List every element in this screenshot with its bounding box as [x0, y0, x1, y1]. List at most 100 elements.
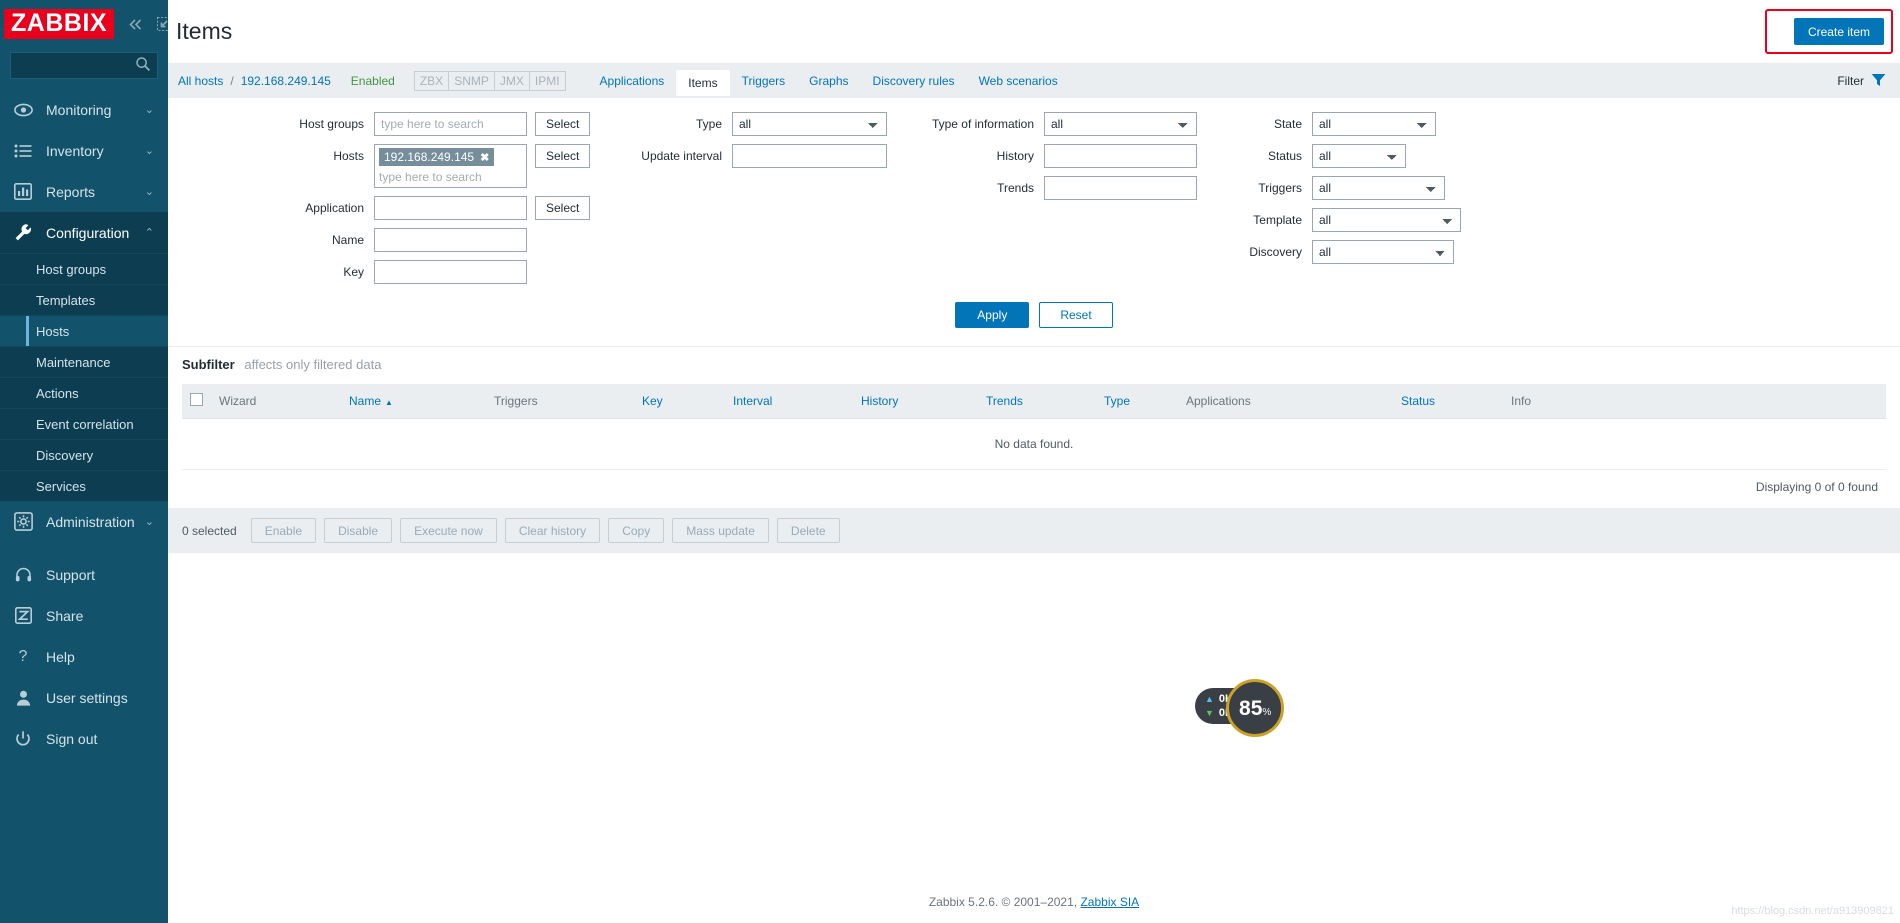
trends-input[interactable]: [1044, 176, 1197, 200]
sidebar-item-user-settings[interactable]: User settings: [0, 677, 168, 718]
filter-label-name: Name: [331, 233, 364, 247]
column-type[interactable]: Type: [1096, 384, 1178, 419]
sidebar-item-templates[interactable]: Templates: [0, 284, 168, 315]
sidebar-item-inventory[interactable]: Inventory ⌄: [0, 130, 168, 171]
delete-button[interactable]: Delete: [776, 518, 840, 543]
hosts-multiselect[interactable]: 192.168.249.145 ✖: [374, 144, 527, 188]
sidebar-item-services[interactable]: Services: [0, 470, 168, 501]
clear-history-button[interactable]: Clear history: [504, 518, 601, 543]
sidebar-item-configuration[interactable]: Configuration ⌃: [0, 212, 168, 253]
column-key[interactable]: Key: [634, 384, 725, 419]
sidebar-subitem-label: Host groups: [36, 261, 107, 277]
reset-button[interactable]: Reset: [1039, 302, 1113, 328]
type-of-information-select[interactable]: all: [1044, 112, 1197, 136]
filter-actions: Apply Reset: [168, 292, 1900, 340]
tab-discovery-rules[interactable]: Discovery rules: [861, 64, 967, 98]
collapse-window-icon[interactable]: [157, 17, 168, 31]
tab-web-scenarios[interactable]: Web scenarios: [967, 64, 1070, 98]
copy-button[interactable]: Copy: [608, 518, 665, 543]
filter-row-template: Template all: [1202, 208, 1472, 232]
sidebar-item-share[interactable]: Share: [0, 595, 168, 636]
interface-badge-snmp: SNMP: [448, 71, 495, 91]
sidebar-subitem-label: Templates: [36, 292, 96, 308]
create-item-button[interactable]: Create item: [1793, 18, 1884, 45]
sidebar-item-label-help: Help: [46, 648, 75, 665]
arrow-up-icon: ▲: [1205, 694, 1214, 704]
tab-graphs[interactable]: Graphs: [797, 64, 860, 98]
network-speed-widget[interactable]: ▲ 0K/s ▼ 0K/s 85 %: [1195, 679, 1285, 737]
update-interval-input[interactable]: [732, 144, 887, 168]
hosts-select-button[interactable]: Select: [535, 144, 591, 168]
execute-now-button[interactable]: Execute now: [400, 518, 497, 543]
sidebar-item-host-groups[interactable]: Host groups: [0, 253, 168, 284]
sidebar-item-sign-out[interactable]: Sign out: [0, 718, 168, 759]
key-input[interactable]: [374, 260, 527, 284]
sidebar-subitem-label: Actions: [36, 385, 79, 401]
apply-button[interactable]: Apply: [955, 302, 1030, 328]
host-groups-select-button[interactable]: Select: [535, 112, 591, 136]
filter-row-host-groups: Host groups Select: [182, 112, 602, 136]
filter-column-1: Host groups Select Hosts 192.168.249.145…: [182, 112, 602, 292]
discovery-select[interactable]: all: [1312, 240, 1454, 264]
triggers-select[interactable]: all: [1312, 176, 1445, 200]
enable-button[interactable]: Enable: [250, 518, 317, 543]
chevron-down-icon-reports: ⌄: [144, 186, 154, 198]
column-status[interactable]: Status: [1393, 384, 1503, 419]
application-input[interactable]: [374, 196, 527, 220]
funnel-icon: [1871, 73, 1886, 90]
status-select[interactable]: all: [1312, 144, 1406, 168]
filter-label-host-groups: Host groups: [299, 117, 364, 131]
tab-applications[interactable]: Applications: [588, 64, 677, 98]
column-interval[interactable]: Interval: [725, 384, 853, 419]
disable-button[interactable]: Disable: [324, 518, 393, 543]
host-groups-input[interactable]: [374, 112, 527, 136]
column-name[interactable]: Name ▲: [341, 384, 486, 419]
breadcrumb-host[interactable]: 192.168.249.145: [241, 74, 331, 88]
tab-triggers[interactable]: Triggers: [730, 64, 798, 98]
sidebar-item-reports[interactable]: Reports ⌄: [0, 171, 168, 212]
filter-label-type-of-information: Type of information: [931, 117, 1034, 131]
filter-toggle[interactable]: Filter: [1837, 73, 1900, 90]
filter-label-triggers: Triggers: [1258, 181, 1302, 195]
close-icon[interactable]: ✖: [480, 151, 489, 164]
search-input[interactable]: [17, 58, 135, 73]
chevron-double-left-icon[interactable]: [128, 18, 143, 31]
filter-panel: Host groups Select Hosts 192.168.249.145…: [168, 98, 1900, 347]
application-select-button[interactable]: Select: [535, 196, 591, 220]
sidebar-item-support[interactable]: Support: [0, 554, 168, 595]
cpu-usage-gauge: 85 %: [1226, 679, 1285, 737]
zabbix-logo[interactable]: ZABBIX: [4, 9, 115, 39]
state-select[interactable]: all: [1312, 112, 1436, 136]
column-applications: Applications: [1178, 384, 1393, 419]
sidebar-search-wrap: [0, 48, 168, 89]
column-history[interactable]: History: [853, 384, 978, 419]
sidebar-item-monitoring[interactable]: Monitoring ⌄: [0, 89, 168, 130]
footer-link-zabbix-sia[interactable]: Zabbix SIA: [1080, 895, 1139, 909]
sidebar-item-hosts[interactable]: Hosts: [0, 315, 168, 346]
sidebar-item-administration[interactable]: Administration ⌄: [0, 501, 168, 542]
hosts-input[interactable]: [379, 170, 522, 184]
mass-update-button[interactable]: Mass update: [672, 518, 769, 543]
breadcrumb-all-hosts[interactable]: All hosts: [178, 74, 223, 88]
sidebar-item-discovery[interactable]: Discovery: [0, 439, 168, 470]
sidebar-item-maintenance[interactable]: Maintenance: [0, 346, 168, 377]
search-box[interactable]: [10, 52, 158, 79]
interface-badge-zbx: ZBX: [413, 71, 450, 91]
sidebar-item-actions[interactable]: Actions: [0, 377, 168, 408]
column-trends[interactable]: Trends: [978, 384, 1096, 419]
template-select[interactable]: all: [1312, 208, 1461, 232]
type-select[interactable]: all: [732, 112, 887, 136]
host-chip[interactable]: 192.168.249.145 ✖: [379, 148, 495, 166]
filter-row-history: History: [892, 144, 1202, 168]
sidebar-item-event-correlation[interactable]: Event correlation: [0, 408, 168, 439]
filter-label-update-interval: Update interval: [641, 149, 722, 163]
select-all-checkbox[interactable]: [190, 393, 203, 406]
subfilter: Subfilter affects only filtered data: [168, 347, 1900, 384]
column-wizard: Wizard: [211, 384, 341, 419]
history-input[interactable]: [1044, 144, 1197, 168]
sidebar-item-help[interactable]: ? Help: [0, 636, 168, 677]
tab-items[interactable]: Items: [676, 70, 730, 96]
chevron-down-icon-administration: ⌄: [144, 516, 154, 528]
sidebar-subitem-label: Event correlation: [36, 416, 134, 432]
name-input[interactable]: [374, 228, 527, 252]
